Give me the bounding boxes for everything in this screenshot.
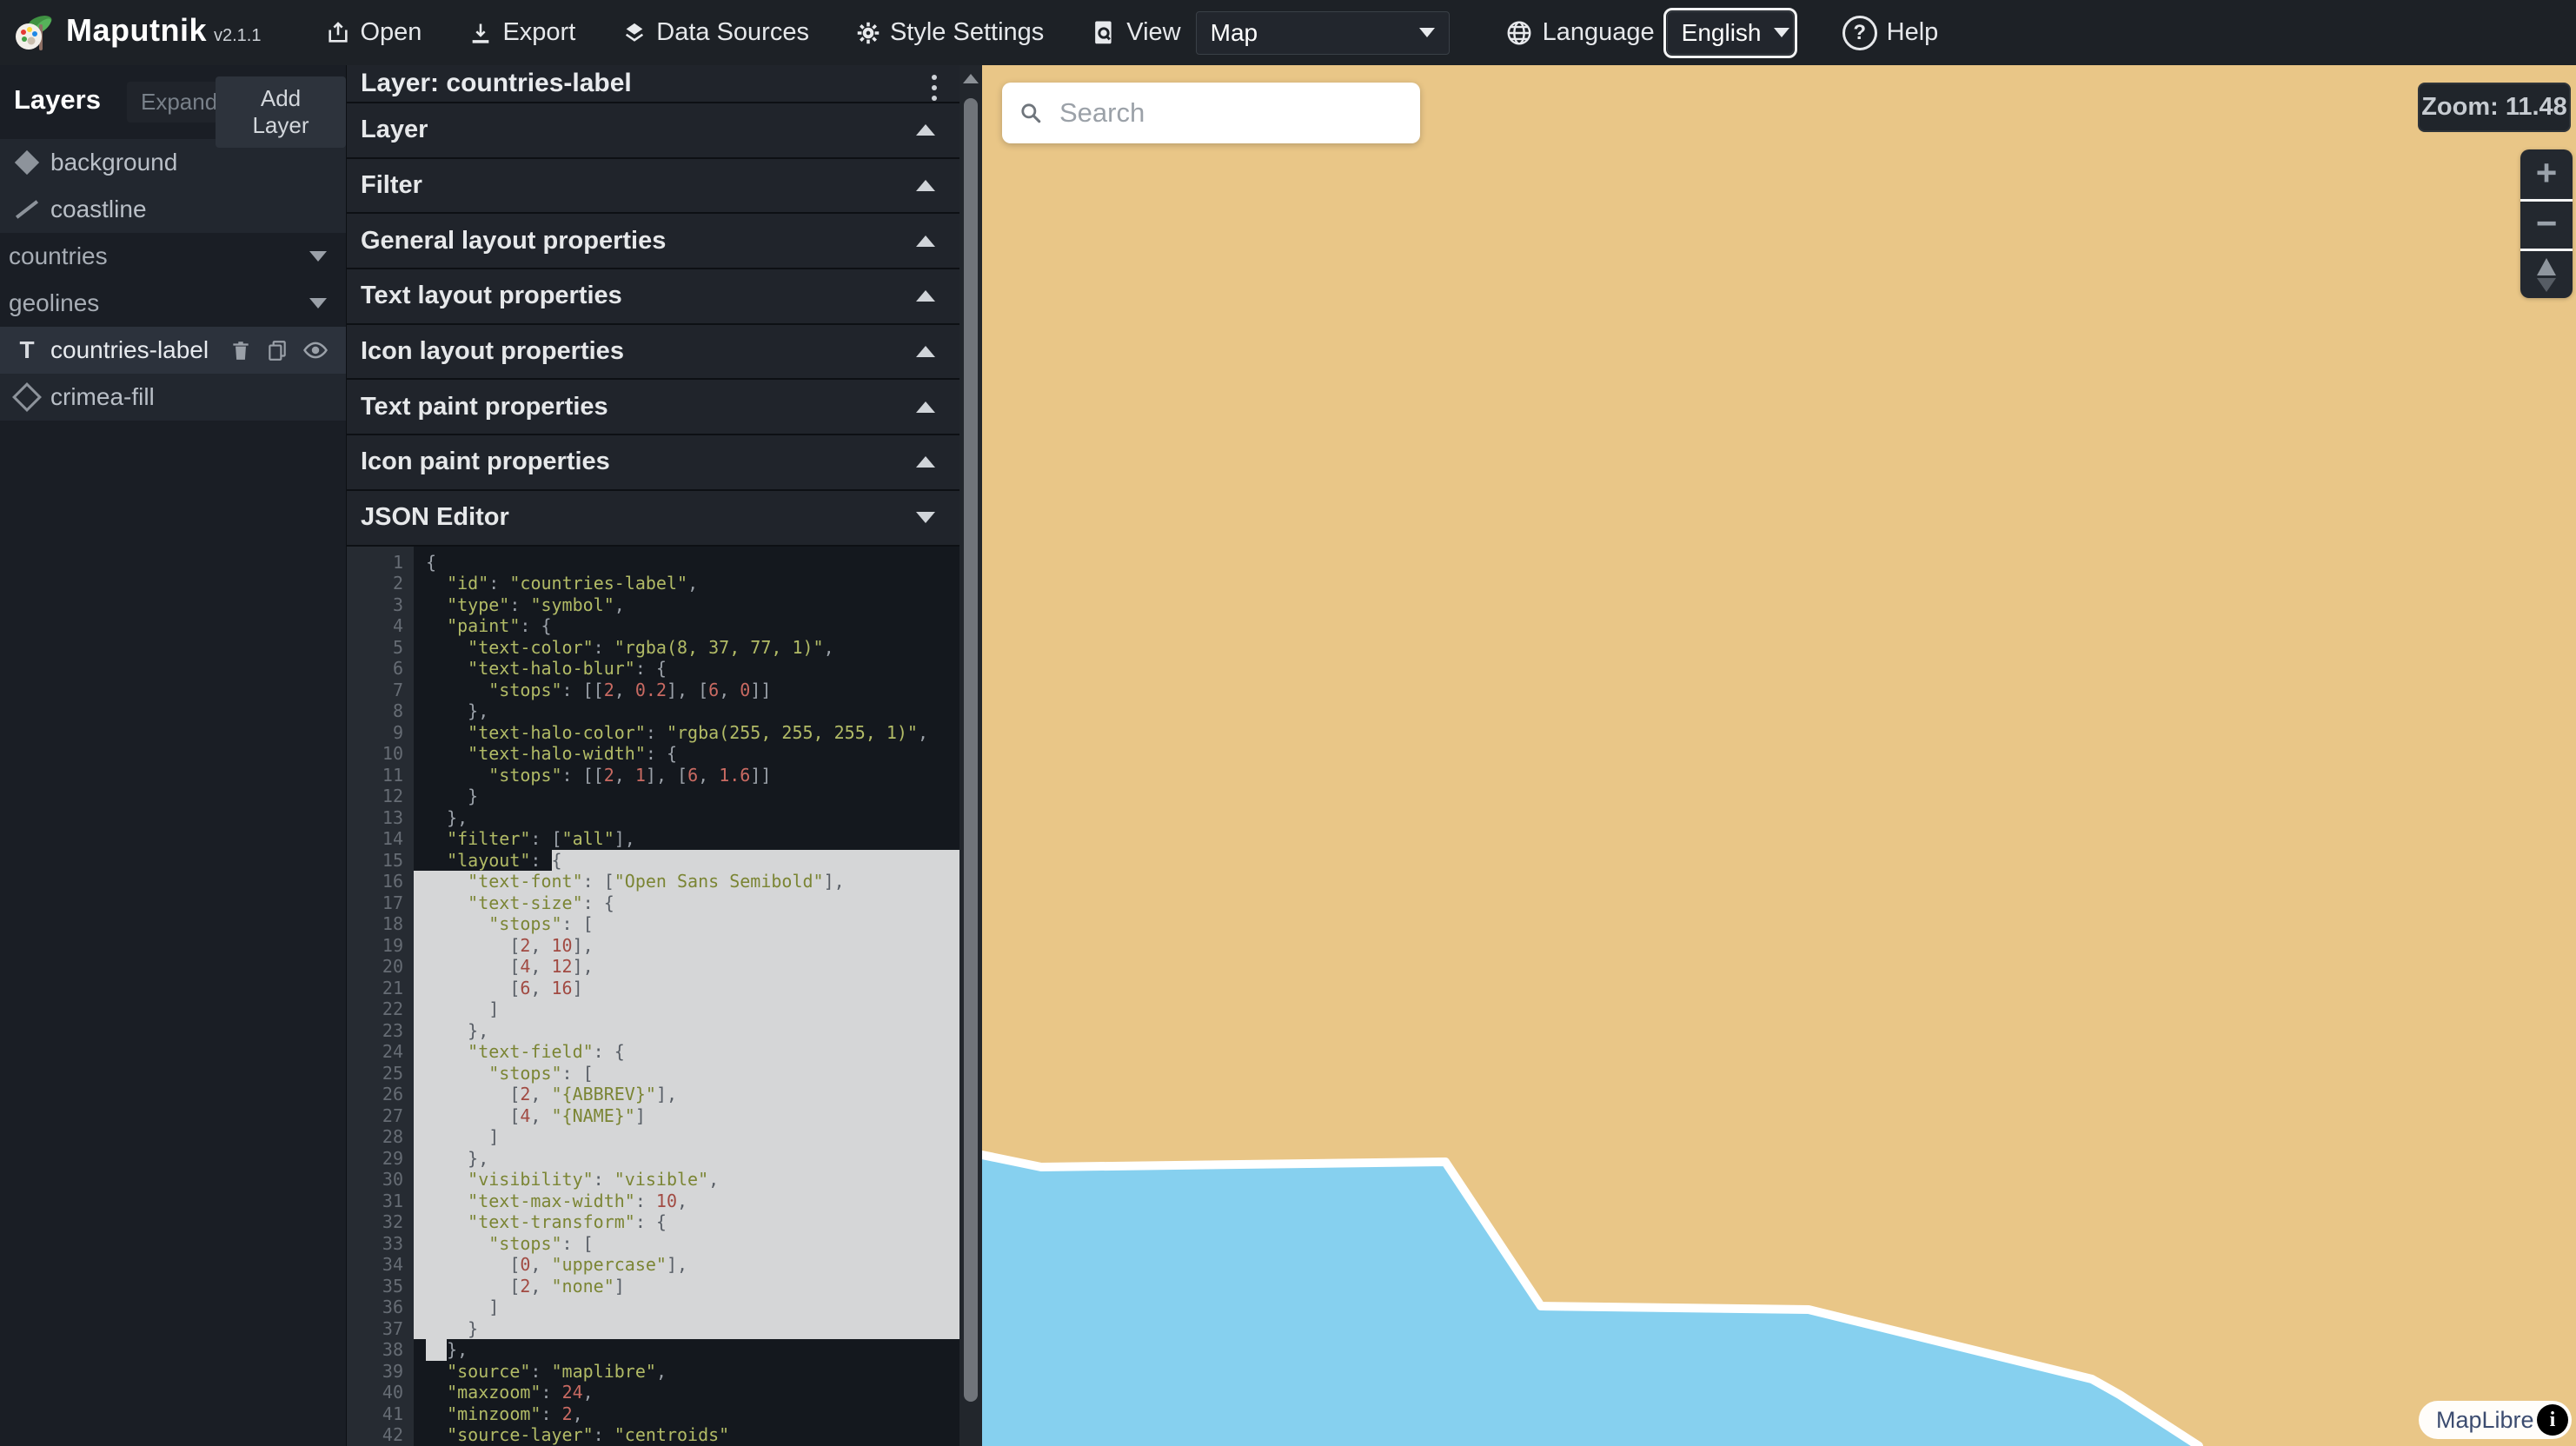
menu-item-export[interactable]: Export [468,18,575,47]
zoom-in-button[interactable]: + [2520,149,2573,199]
delete-icon[interactable] [229,339,252,362]
json-editor-lines: 1{2 "id": "countries-label",3 "type": "s… [347,547,959,1446]
outline-diamond-icon [12,387,42,408]
topbar-menu: Open Export Data Sources Style Settings [302,18,1067,47]
menu-item-data-sources[interactable]: Data Sources [622,18,809,47]
layer-editor-title-row: Layer: countries-label [347,65,959,102]
section-json-editor[interactable]: JSON Editor [347,489,959,545]
scrollbar-thumb[interactable] [964,98,978,1402]
app-name: Maputnik [66,12,207,49]
layers-title: Layers [14,84,101,116]
search-input[interactable] [1058,96,1408,129]
layer-group-countries[interactable]: countries [0,233,346,280]
fill-diamond-icon [12,154,42,171]
layer-item-coastline[interactable]: coastline [0,186,346,233]
visibility-icon[interactable] [302,339,329,362]
menu-item-open[interactable]: Open [326,18,422,47]
map-zoom-controls: + − [2520,149,2573,298]
globe-icon [1505,19,1533,47]
collapse-arrow-icon[interactable] [916,124,935,136]
map-searchbox [1002,83,1420,143]
section-icon-layout-properties[interactable]: Icon layout properties [347,323,959,379]
chevron-down-icon[interactable] [309,298,327,308]
topbar: Maputnik v2.1.1 Open Export Data Sources St… [0,0,2576,65]
collapse-arrow-icon[interactable] [916,401,935,413]
export-icon [468,21,493,45]
attribution-link[interactable]: MapLibre [2436,1407,2537,1434]
data-sources-icon [622,21,647,45]
collapse-arrow-icon[interactable] [916,456,935,468]
duplicate-icon[interactable] [266,339,289,362]
json-editor[interactable]: 1{2 "id": "countries-label",3 "type": "s… [347,545,959,1446]
zoom-level-badge: Zoom: 11.48 [2418,83,2571,132]
water-polygon [982,1155,2199,1446]
collapse-arrow-icon[interactable] [916,512,935,523]
layer-group-geolines[interactable]: geolines [0,280,346,327]
map-canvas[interactable]: Zoom: 11.48 + − MapLibre i [982,65,2576,1446]
section-text-paint-properties[interactable]: Text paint properties [347,378,959,434]
collapse-arrow-icon[interactable] [916,180,935,191]
line-icon [12,208,42,211]
language-group: Language English [1505,11,1794,55]
maputnik-logo-icon [14,12,56,54]
help-label: Help [1887,18,1939,47]
view-group: View Map [1091,11,1449,55]
scrollbar-up-arrow-icon[interactable] [963,74,979,83]
zoom-out-button[interactable]: − [2520,199,2573,249]
language-select-value: English [1682,19,1762,47]
menu-item-style-settings[interactable]: Style Settings [856,18,1044,47]
app-version: v2.1.1 [214,26,261,46]
gear-icon [856,21,880,45]
section-general-layout-properties[interactable]: General layout properties [347,212,959,268]
language-label: Language [1543,18,1655,47]
collapse-arrow-icon[interactable] [916,290,935,302]
collapse-arrow-icon[interactable] [916,346,935,357]
map-attribution: MapLibre i [2419,1401,2572,1439]
layer-item-crimea-fill[interactable]: crimea-fill [0,374,346,421]
layers-sidebar: Layers Expand Add Layer backgroundcoastl… [0,65,346,1446]
compass-icon [2537,258,2556,292]
view-label: View [1126,18,1180,47]
help-menu-item[interactable]: ? Help [1842,16,1951,50]
layer-item-countries-label[interactable]: Tcountries-label [0,327,346,374]
view-icon [1091,19,1117,47]
chevron-down-icon [1774,28,1789,37]
compass-button[interactable] [2520,249,2573,298]
section-icon-paint-properties[interactable]: Icon paint properties [347,434,959,489]
layer-menu-kebab-icon[interactable] [928,69,940,107]
plus-icon: + [2536,155,2558,191]
section-layer[interactable]: Layer [347,102,959,157]
help-icon: ? [1842,16,1877,50]
collapse-arrow-icon[interactable] [916,235,935,247]
maputnik-app: { "topbar": { "app_name": "Maputnik", "v… [0,0,2576,1446]
layer-editor-panel: Layer: countries-label LayerFilterGenera… [346,65,959,1446]
minus-icon: − [2536,205,2558,242]
layer-editor-title: Layer: countries-label [361,69,632,98]
search-icon [1019,100,1042,126]
layers-header: Layers Expand Add Layer [0,65,346,139]
section-filter[interactable]: Filter [347,157,959,213]
section-text-layout-properties[interactable]: Text layout properties [347,268,959,323]
maputnik-logo: Maputnik v2.1.1 [14,12,261,54]
view-select[interactable]: Map [1196,11,1450,55]
symbol-icon: T [12,338,42,362]
coastline-layer [982,65,2576,1446]
panel-scrollbar[interactable] [959,65,982,1446]
chevron-down-icon [1419,28,1435,37]
add-layer-button[interactable]: Add Layer [216,76,346,148]
language-select[interactable]: English [1667,11,1794,55]
chevron-down-icon[interactable] [309,251,327,262]
info-icon[interactable]: i [2537,1404,2568,1436]
property-sections: LayerFilterGeneral layout propertiesText… [347,102,959,545]
open-icon [326,21,350,45]
layer-list: backgroundcoastlinecountriesgeolinesTcou… [0,139,346,421]
view-select-value: Map [1211,19,1258,47]
